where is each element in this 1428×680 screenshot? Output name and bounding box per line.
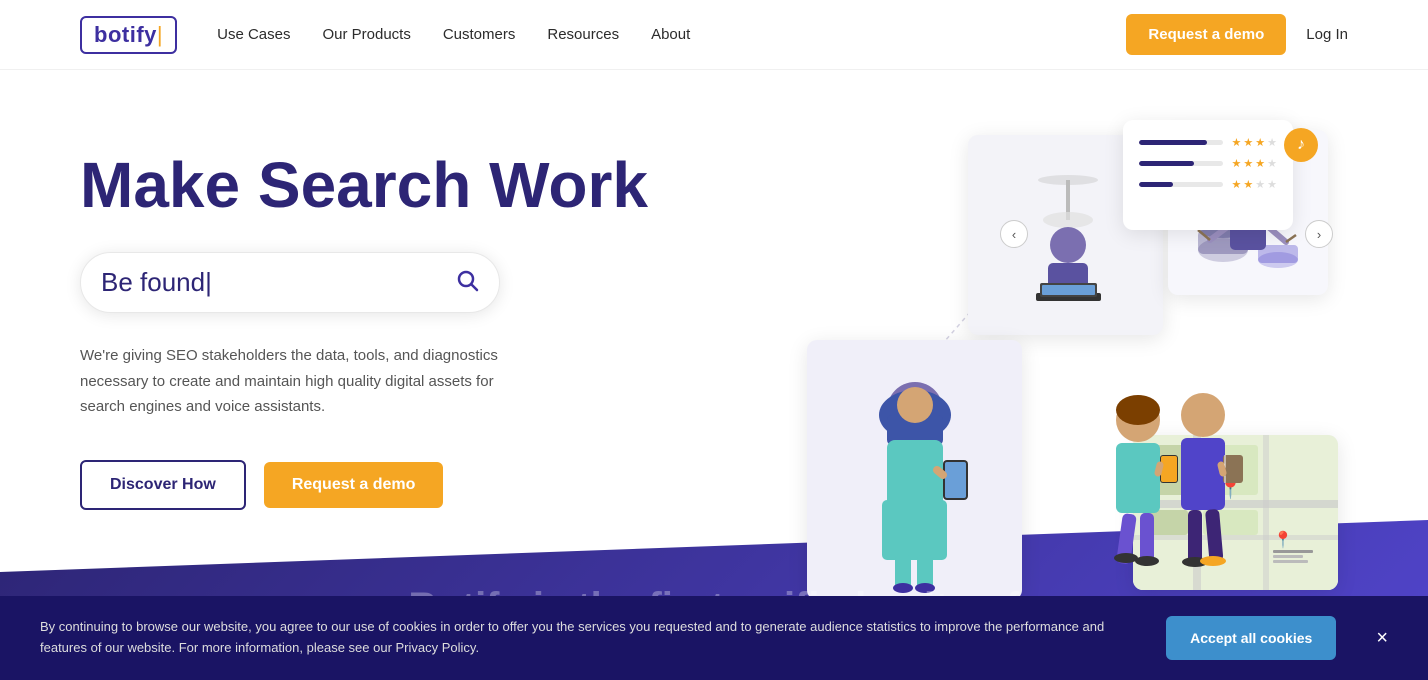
svg-text:📍: 📍 — [1273, 530, 1293, 549]
nav-item-use-cases[interactable]: Use Cases — [217, 26, 290, 44]
search-bar[interactable]: Be found| — [80, 252, 500, 313]
walking-people — [1068, 365, 1268, 610]
logo[interactable]: botify| — [80, 16, 177, 54]
left-arrow-button[interactable]: ‹ — [1000, 220, 1028, 248]
hero-buttons: Discover How Request a demo — [80, 460, 777, 510]
nav-login-button[interactable]: Log In — [1306, 26, 1348, 43]
navbar: botify| Use Cases Our Products Customers… — [0, 0, 1428, 70]
close-cookie-button[interactable]: × — [1376, 627, 1388, 650]
search-input[interactable]: Be found| — [101, 267, 445, 298]
rating-row-1: ★ ★ ★ ★ — [1139, 136, 1277, 149]
nav-links: Use Cases Our Products Customers Resourc… — [217, 26, 1126, 44]
nav-demo-button[interactable]: Request a demo — [1126, 14, 1286, 55]
right-arrow-button[interactable]: › — [1305, 220, 1333, 248]
ratings-card: ★ ★ ★ ★ ★ ★ ★ ★ — [1123, 120, 1293, 230]
nav-item-customers[interactable]: Customers — [443, 26, 516, 44]
discover-how-button[interactable]: Discover How — [80, 460, 246, 510]
hero-section: Make Search Work Be found| We're giving … — [0, 70, 1428, 650]
woman-phone-illustration — [807, 340, 1022, 600]
accept-cookies-button[interactable]: Accept all cookies — [1166, 616, 1336, 660]
rating-row-3: ★ ★ ★ ★ — [1139, 178, 1277, 191]
walking-people-illustration — [1068, 365, 1268, 605]
music-badge: ♪ — [1284, 128, 1318, 162]
hero-description: We're giving SEO stakeholders the data, … — [80, 343, 510, 420]
hero-title: Make Search Work — [80, 150, 777, 220]
nav-item-about[interactable]: About — [651, 26, 690, 44]
cookie-text: By continuing to browse our website, you… — [40, 617, 1136, 659]
nav-item-products[interactable]: Our Products — [322, 26, 410, 44]
nav-item-resources[interactable]: Resources — [547, 26, 619, 44]
nav-right: Request a demo Log In — [1126, 14, 1348, 55]
cookie-banner: By continuing to browse our website, you… — [0, 596, 1428, 680]
hero-left: Make Search Work Be found| We're giving … — [80, 130, 777, 510]
woman-phone-card — [807, 340, 1022, 600]
search-icon — [455, 268, 479, 298]
rating-row-2: ★ ★ ★ ★ — [1139, 157, 1277, 170]
request-demo-button[interactable]: Request a demo — [264, 462, 444, 508]
brand-name: botify| — [94, 22, 163, 47]
